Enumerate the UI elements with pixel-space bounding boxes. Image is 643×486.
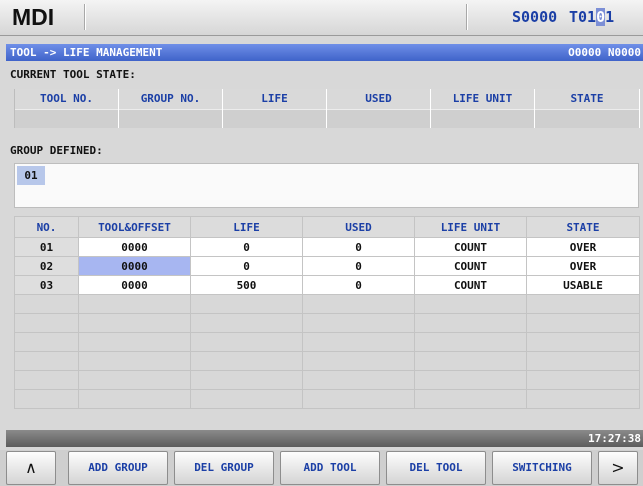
top-divider [466,4,468,30]
table-row[interactable]: 01 0000 0 0 COUNT OVER [14,237,640,257]
group-defined-label: GROUP DEFINED: [10,144,103,157]
life-unit-cell[interactable]: COUNT [414,275,527,295]
title-bar: TOOL -> LIFE MANAGEMENT O0000 N0000 [6,44,643,61]
empty-row [14,332,640,352]
life-cell[interactable]: 0 [190,256,303,276]
clock: 17:27:38 [588,432,641,445]
life-cell[interactable]: 500 [190,275,303,295]
col-life: LIFE [190,216,303,238]
col-no: NO. [14,216,79,238]
empty-row [14,370,640,390]
mode-indicator: MDI [12,4,55,30]
tool-offset-cell-selected[interactable]: 0000 [78,256,191,276]
life-cell[interactable]: 0 [190,237,303,257]
col-tool-no: TOOL NO. [14,89,119,109]
group-item[interactable]: 01 [17,166,45,185]
col-life-unit: LIFE UNIT [430,89,535,109]
col-used: USED [326,89,431,109]
table-row [14,108,640,128]
top-divider [84,4,86,30]
tool-offset-cell[interactable]: 0000 [78,275,191,295]
softkey-bar: ∧ ADD GROUP DEL GROUP ADD TOOL DEL TOOL … [0,450,643,486]
used-cell[interactable]: 0 [302,275,415,295]
tool-suffix: 1 [605,8,615,26]
table-cell [326,108,431,128]
empty-row [14,389,640,409]
group-list: 01 [14,163,639,208]
life-unit-cell[interactable]: COUNT [414,256,527,276]
table-header-row: NO. TOOL&OFFSET LIFE USED LIFE UNIT STAT… [14,216,640,238]
row-number: 01 [14,237,79,257]
table-cell [430,108,535,128]
used-cell[interactable]: 0 [302,256,415,276]
tool-cursor: 0 [596,8,606,26]
empty-row [14,313,640,333]
tool-offset-cell[interactable]: 0000 [78,237,191,257]
current-state-label: CURRENT TOOL STATE: [10,68,136,81]
table-header-row: TOOL NO. GROUP NO. LIFE USED LIFE UNIT S… [14,89,640,109]
table-row[interactable]: 03 0000 500 0 COUNT USABLE [14,275,640,295]
state-cell: OVER [526,237,640,257]
col-state: STATE [526,216,640,238]
row-number: 03 [14,275,79,295]
table-cell [222,108,327,128]
table-cell [14,108,119,128]
tool-prefix: T01 [569,8,597,26]
add-tool-button[interactable]: ADD TOOL [280,451,380,485]
current-state-table: TOOL NO. GROUP NO. LIFE USED LIFE UNIT S… [14,89,640,128]
prev-page-button[interactable]: ∧ [6,451,56,485]
col-group-no: GROUP NO. [118,89,223,109]
col-life-unit: LIFE UNIT [414,216,527,238]
state-cell: USABLE [526,275,640,295]
del-group-button[interactable]: DEL GROUP [174,451,274,485]
tool-readout: T0101 [569,8,614,26]
top-bar: MDI S0000 T0101 [0,0,643,36]
table-row[interactable]: 02 0000 0 0 COUNT OVER [14,256,640,276]
col-life: LIFE [222,89,327,109]
life-unit-cell[interactable]: COUNT [414,237,527,257]
page-title: TOOL -> LIFE MANAGEMENT [10,46,163,59]
state-cell: OVER [526,256,640,276]
table-cell [118,108,223,128]
col-tool-offset: TOOL&OFFSET [78,216,191,238]
status-bar: 17:27:38 [6,430,643,447]
program-number: O0000 N0000 [568,46,641,59]
row-number: 02 [14,256,79,276]
switching-button[interactable]: SWITCHING [492,451,592,485]
table-cell [534,108,640,128]
col-state: STATE [534,89,640,109]
next-page-button[interactable]: > [598,451,638,485]
used-cell[interactable]: 0 [302,237,415,257]
col-used: USED [302,216,415,238]
del-tool-button[interactable]: DEL TOOL [386,451,486,485]
empty-row [14,294,640,314]
empty-row [14,351,640,371]
life-table: NO. TOOL&OFFSET LIFE USED LIFE UNIT STAT… [14,216,640,409]
spindle-readout: S0000 [512,8,558,26]
add-group-button[interactable]: ADD GROUP [68,451,168,485]
